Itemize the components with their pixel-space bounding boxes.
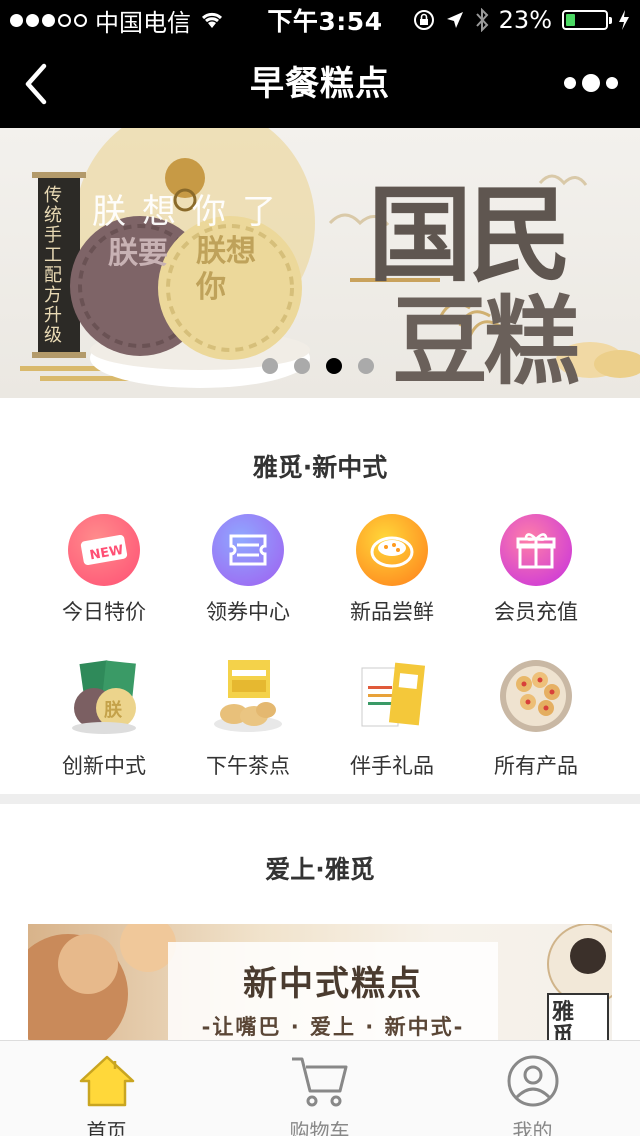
grid-item-gifts[interactable]: 伴手礼品: [312, 656, 472, 780]
battery-icon: [562, 10, 612, 30]
wifi-icon: [201, 12, 223, 28]
banner-cake2-text: 朕想你: [196, 234, 256, 305]
location-icon: [446, 12, 463, 28]
banner-scroll-text: 传统手工 配方升级: [44, 185, 62, 346]
grid-label: 伴手礼品: [350, 754, 434, 778]
gift-packs-product-image: [361, 662, 426, 727]
grid-item-new-products[interactable]: 新品尝鲜: [312, 514, 472, 626]
grid-label: 领券中心: [206, 600, 290, 624]
cake-plate-icon: [356, 514, 428, 586]
brand-section: 爱上·雅觅 新中式糕点 -让嘴巴 · 爱上 · 新中式- 雅觅: [0, 804, 640, 1044]
banner-arc-text: 朕想你了: [92, 192, 292, 232]
carousel-dot[interactable]: [262, 358, 278, 374]
promo-card: 新中式糕点 -让嘴巴 · 爱上 · 新中式-: [168, 942, 498, 1044]
nav-bar: 早餐糕点: [0, 40, 640, 128]
category-section: 雅觅·新中式 NEW 今日特价 领券中心 新品尝鲜 会员充值 朕 创新中式 下午…: [0, 402, 640, 794]
cart-icon: [291, 1057, 347, 1107]
home-icon: [79, 1055, 134, 1107]
carousel-dot[interactable]: [294, 358, 310, 374]
app-screen: 中国电信 下午3:54 23% 早餐糕点 传统手工 配方升级 朕想你了 朕要 朕…: [0, 0, 640, 1136]
page-title: 早餐糕点: [250, 64, 390, 104]
grid-item-innovative-chinese[interactable]: 朕 创新中式: [24, 656, 184, 780]
battery-percent: 23%: [498, 6, 552, 34]
promo-subtitle: -让嘴巴 · 爱上 · 新中式-: [201, 1015, 465, 1039]
carousel-dot[interactable]: [326, 358, 342, 374]
coupon-icon: [212, 514, 284, 586]
grid-label: 下午茶点: [206, 754, 290, 778]
section-title: 爱上·雅觅: [265, 855, 375, 884]
carousel-dot[interactable]: [358, 358, 374, 374]
gift-box-icon: [500, 514, 572, 586]
grid-item-afternoon-tea[interactable]: 下午茶点: [168, 656, 328, 780]
more-dots-icon[interactable]: [564, 74, 618, 92]
tab-label: 我的: [512, 1119, 553, 1136]
tab-cart[interactable]: 购物车: [213, 1041, 426, 1136]
tab-bar: 首页 购物车 我的: [0, 1040, 640, 1136]
new-tag-icon: NEW: [68, 514, 140, 586]
banner-cake1-text: 朕要: [108, 236, 168, 271]
pastry-box-product-image: [214, 660, 282, 732]
banner-headline-bottom: 豆糕: [392, 285, 580, 398]
status-time: 下午3:54: [267, 7, 383, 36]
grid-item-all-products[interactable]: 所有产品: [456, 656, 616, 780]
grid-label: 会员充值: [494, 600, 578, 624]
promo-title: 新中式糕点: [243, 964, 423, 1004]
tab-home[interactable]: 首页: [0, 1041, 213, 1136]
mooncake-product-image: 朕: [72, 660, 136, 734]
carousel-indicator: [262, 358, 374, 374]
status-bar: 中国电信 下午3:54 23%: [0, 0, 640, 40]
user-icon: [507, 1055, 558, 1107]
section-divider: [0, 794, 640, 804]
grid-label: 今日特价: [62, 600, 146, 624]
grid-item-member-recharge[interactable]: 会员充值: [456, 514, 616, 626]
charging-icon: [619, 10, 629, 30]
grid-label: 新品尝鲜: [350, 600, 434, 624]
carrier-label: 中国电信: [95, 8, 191, 37]
promo-brand-tag: 雅觅: [552, 999, 575, 1044]
svg-text:朕: 朕: [104, 699, 123, 721]
grid-label: 创新中式: [62, 754, 146, 778]
promo-banner[interactable]: 新中式糕点 -让嘴巴 · 爱上 · 新中式- 雅觅: [28, 924, 612, 1044]
section-title: 雅觅·新中式: [252, 453, 388, 482]
grid-item-today-special[interactable]: NEW 今日特价: [24, 514, 184, 626]
tab-profile[interactable]: 我的: [426, 1041, 639, 1136]
tab-label: 首页: [86, 1119, 127, 1136]
bluetooth-icon: [475, 8, 489, 32]
grid-item-coupon-center[interactable]: 领券中心: [168, 514, 328, 626]
tab-label: 购物车: [289, 1119, 350, 1136]
grid-label: 所有产品: [494, 754, 578, 778]
cookie-plate-product-image: [500, 660, 572, 732]
orientation-lock-icon: [413, 10, 434, 30]
signal-strength-icon: [10, 13, 87, 27]
